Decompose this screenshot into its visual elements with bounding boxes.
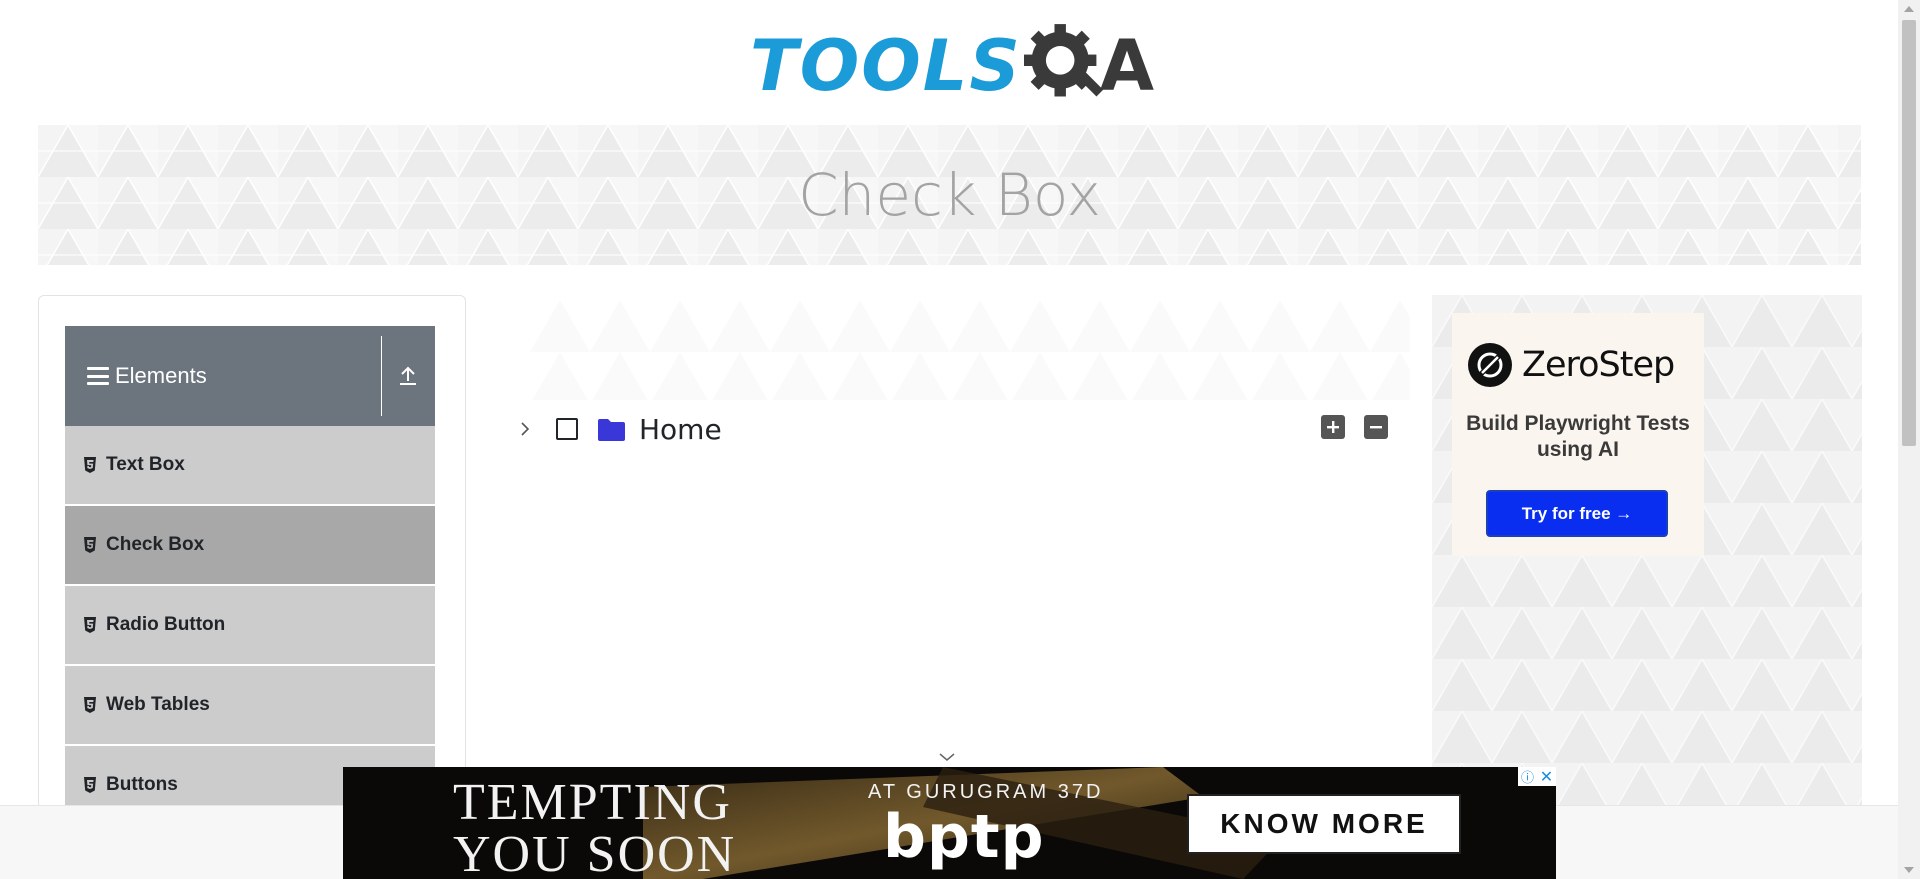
html5-icon — [84, 777, 96, 793]
elements-menu: Text Box Check Box Radio Button Web Tabl… — [65, 426, 435, 826]
folder-icon — [598, 418, 625, 441]
ad-tagline: Build Playwright Tests using AI — [1466, 412, 1690, 461]
bptp-logo: bptp — [883, 802, 1045, 872]
tree-node-label[interactable]: Home — [639, 413, 722, 446]
scroll-down-icon[interactable] — [1904, 867, 1914, 873]
sidebar-item-label: Buttons — [106, 774, 178, 795]
ad-brand: ZeroStep — [1468, 343, 1675, 387]
sidebar-item-label: Check Box — [106, 534, 205, 555]
try-for-free-button[interactable]: Try for free → — [1486, 490, 1668, 537]
know-more-button[interactable]: KNOW MORE — [1187, 794, 1461, 854]
logo-text: TOOLS — [750, 25, 1022, 107]
sidebar-item-label: Text Box — [106, 454, 185, 475]
right-ad-panel: ZeroStep Build Playwright Tests using AI… — [1432, 295, 1862, 805]
sidebar-item-text-box[interactable]: Text Box — [65, 426, 435, 506]
ad-headline: TEMPTING YOU SOON — [453, 777, 736, 879]
collapse-all-button[interactable] — [1364, 415, 1388, 439]
html5-icon — [84, 697, 96, 713]
zerostep-ad[interactable]: ZeroStep Build Playwright Tests using AI… — [1452, 313, 1704, 556]
header-divider — [381, 336, 382, 416]
scroll-up-icon[interactable] — [1904, 6, 1914, 12]
ad-brand-name: ZeroStep — [1522, 345, 1675, 385]
expand-all-button[interactable] — [1321, 415, 1345, 439]
home-checkbox[interactable] — [556, 418, 578, 440]
ad-collapse-toggle[interactable] — [934, 748, 960, 766]
bottom-banner-ad[interactable]: TEMPTING YOU SOON AT GURUGRAM 37D bptp K… — [343, 767, 1556, 879]
html5-icon — [84, 457, 96, 473]
tree-node-home: Home — [514, 410, 722, 448]
chevron-down-icon — [939, 753, 955, 761]
page-scrollbar[interactable] — [1898, 0, 1920, 879]
gear-magnifier-icon — [1023, 24, 1103, 97]
close-icon[interactable]: ✕ — [1537, 767, 1556, 786]
sidebar-item-radio-button[interactable]: Radio Button — [65, 586, 435, 666]
collapse-up-icon[interactable] — [395, 363, 421, 389]
plus-icon — [1327, 421, 1339, 433]
zerostep-logo-icon — [1468, 343, 1512, 387]
html5-icon — [84, 617, 96, 633]
minus-icon — [1370, 426, 1382, 429]
ad-headline-line2: YOU SOON — [453, 826, 737, 879]
chevron-right-icon — [521, 422, 530, 436]
page-title: Check Box — [798, 161, 1101, 229]
elements-group-header[interactable]: Elements — [65, 326, 435, 426]
sidebar-item-label: Web Tables — [106, 694, 210, 715]
page-banner: Check Box — [38, 125, 1861, 265]
sidebar-item-check-box[interactable]: Check Box — [65, 506, 435, 586]
hamburger-icon — [87, 367, 109, 385]
group-title: Elements — [115, 363, 207, 388]
sidebar-item-label: Radio Button — [106, 614, 226, 635]
ad-location: AT GURUGRAM 37D — [868, 781, 1104, 803]
info-icon[interactable]: ⓘ — [1518, 767, 1537, 786]
toolsqa-logo[interactable]: TOOLS A — [750, 18, 1154, 114]
html5-icon — [84, 537, 96, 553]
tree-background-pattern — [530, 300, 1410, 400]
expand-toggle[interactable] — [514, 418, 536, 440]
sidebar-item-web-tables[interactable]: Web Tables — [65, 666, 435, 746]
ad-headline-line1: TEMPTING — [453, 774, 732, 831]
scrollbar-thumb[interactable] — [1902, 20, 1916, 446]
logo-suffix: A — [1099, 25, 1154, 107]
